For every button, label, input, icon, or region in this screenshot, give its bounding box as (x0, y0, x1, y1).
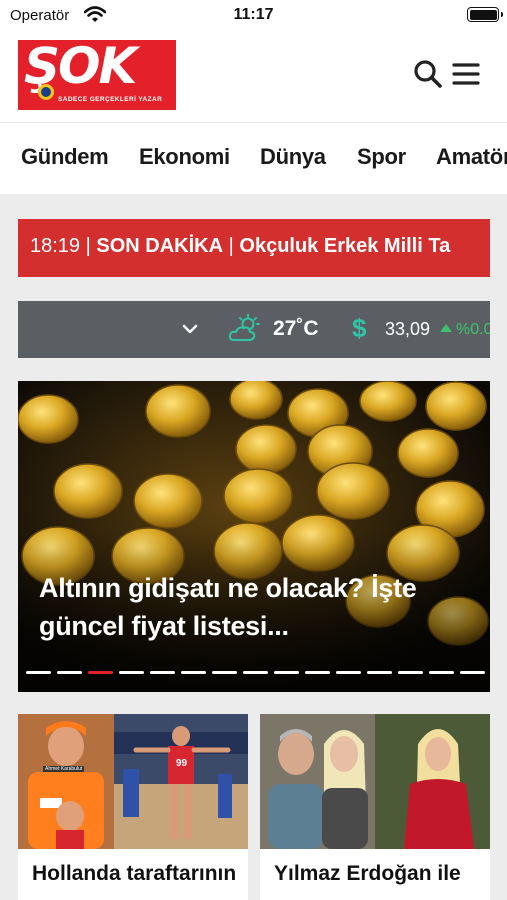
slide-dot[interactable] (336, 671, 361, 674)
slide-dot[interactable] (460, 671, 485, 674)
slide-dot[interactable] (305, 671, 330, 674)
menu-icon[interactable] (450, 58, 482, 90)
chevron-down-icon[interactable] (180, 319, 200, 344)
ticker-time: 18:19 (30, 235, 81, 257)
ticker-headline: Okçuluk Erkek Milli Ta (239, 235, 451, 257)
slide-dot[interactable] (181, 671, 206, 674)
hero-slider[interactable]: Altının gidişatı ne olacak? İşte güncel … (18, 381, 490, 692)
arrow-up-icon (440, 324, 452, 332)
slide-dot[interactable] (398, 671, 423, 674)
slide-dot[interactable] (57, 671, 82, 674)
app-header: ŞOK SADECE GERÇEKLERİ YAZAR (0, 34, 507, 122)
logo-slogan: SADECE GERÇEKLERİ YAZAR (58, 96, 163, 103)
slide-dot-active[interactable] (88, 671, 113, 674)
usd-change: %0.0 (456, 321, 490, 338)
slider-pagination (26, 671, 486, 677)
slide-dot[interactable] (274, 671, 299, 674)
category-gundem[interactable]: Gündem (21, 144, 109, 170)
breaking-news-ticker[interactable]: 18:19 | SON DAKİKA | Okçuluk Erkek Milli… (18, 219, 490, 277)
ticker-label: SON DAKİKA (96, 235, 224, 257)
clock: 11:17 (233, 6, 274, 23)
category-spor[interactable]: Spor (357, 144, 406, 170)
brand-logo[interactable]: ŞOK SADECE GERÇEKLERİ YAZAR (18, 40, 176, 110)
news-card[interactable]: Yılmaz Erdoğan ile (260, 714, 490, 900)
news-card-title[interactable]: Hollanda taraftarının (32, 862, 236, 886)
slide-dot[interactable] (367, 671, 392, 674)
dollar-icon: $ (352, 313, 367, 343)
logo-emblem (38, 84, 54, 100)
temperature: 27˚C (273, 317, 319, 340)
slide-dot[interactable] (212, 671, 237, 674)
slide-dot[interactable] (429, 671, 454, 674)
slide-dot[interactable] (119, 671, 144, 674)
news-card-image: 99 Ahmet Karabulut (18, 714, 248, 849)
info-bar: 27˚C $ 33,09 %0.0 (18, 301, 490, 358)
category-dunya[interactable]: Dünya (260, 144, 326, 170)
news-card-title[interactable]: Yılmaz Erdoğan ile (274, 862, 461, 886)
status-bar: Operatör 11:17 (0, 0, 507, 34)
slide-dot[interactable] (150, 671, 175, 674)
partly-cloudy-icon (228, 313, 262, 349)
news-card-image (260, 714, 490, 849)
category-nav: Gündem Ekonomi Dünya Spor Amatör (0, 122, 507, 194)
category-ekonomi[interactable]: Ekonomi (139, 144, 230, 170)
slide-dot[interactable] (26, 671, 51, 674)
usd-rate: 33,09 (385, 319, 431, 339)
svg-text:99: 99 (176, 758, 188, 769)
hero-title[interactable]: Altının gidişatı ne olacak? İşte güncel … (39, 569, 469, 645)
news-card[interactable]: 99 Ahmet Karabulut Hollanda taraftarının (18, 714, 248, 900)
ticker-separator: | (85, 235, 91, 257)
slide-dot[interactable] (243, 671, 268, 674)
battery-icon (467, 7, 503, 22)
search-icon[interactable] (412, 58, 444, 90)
image-caption: Ahmet Karabulut (43, 766, 85, 772)
category-amator[interactable]: Amatör (436, 144, 507, 170)
ticker-separator: | (228, 235, 234, 257)
